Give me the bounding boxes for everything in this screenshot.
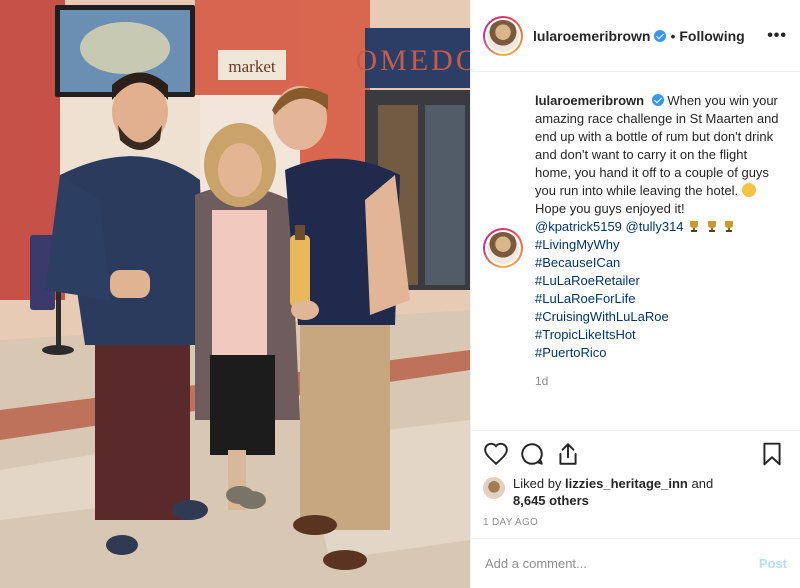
grinning-emoji-icon <box>741 183 756 197</box>
post-date[interactable]: 1 DAY AGO <box>483 517 789 528</box>
caption: lularoemeribrown When you win your amazi… <box>483 92 787 390</box>
bookmark-icon[interactable] <box>759 441 785 467</box>
store-sign: OMEDO <box>356 44 471 77</box>
more-options-icon[interactable]: ••• <box>767 27 787 45</box>
trophy-icon <box>725 221 734 232</box>
hashtag-link[interactable]: #LuLaRoeRetailer <box>535 273 640 288</box>
likes-summary: Liked by lizzies_heritage_inn and 8,645 … <box>483 475 789 509</box>
caption-body: When you win your amazing race challenge… <box>535 93 779 198</box>
hashtag-link[interactable]: #LuLaRoeForLife <box>535 291 635 306</box>
post-detail-panel: lularoemeribrown • Following ••• lularoe… <box>470 0 800 588</box>
hashtag-link[interactable]: #BecauseICan <box>535 255 620 270</box>
verified-badge-icon <box>654 29 667 42</box>
hashtag-link[interactable]: #LivingMyWhy <box>535 237 620 252</box>
heart-icon[interactable] <box>483 441 509 467</box>
comment-icon[interactable] <box>519 441 545 467</box>
caption-author[interactable]: lularoemeribrown <box>535 93 644 108</box>
photo-illustration: market OMEDO <box>0 0 470 588</box>
mention-link[interactable]: @kpatrick5159 <box>535 219 622 234</box>
add-comment-bar: Post <box>471 538 800 588</box>
post-comment-button[interactable]: Post <box>759 556 787 571</box>
hashtag-link[interactable]: #CruisingWithLuLaRoe <box>535 309 669 324</box>
likes-conjunction: and <box>691 476 714 491</box>
comments-area: lularoemeribrown When you win your amazi… <box>471 72 800 430</box>
caption-body-end: Hope you guys enjoyed it! <box>535 201 685 216</box>
verified-badge-icon <box>651 94 664 106</box>
post-actions: Liked by lizzies_heritage_inn and 8,645 … <box>471 430 800 528</box>
hashtag-link[interactable]: #PuertoRico <box>535 345 607 360</box>
caption-author-avatar[interactable] <box>483 228 523 268</box>
author-username[interactable]: lularoemeribrown <box>533 28 650 44</box>
caption-time-ago[interactable]: 1d <box>535 372 785 390</box>
post-photo[interactable]: market OMEDO <box>0 0 470 588</box>
comment-input[interactable] <box>485 556 759 571</box>
trophy-icon <box>707 221 716 232</box>
trophy-icon <box>690 221 699 232</box>
header-separator: • <box>670 27 676 44</box>
following-button[interactable]: Following <box>679 28 744 44</box>
caption-text: lularoemeribrown When you win your amazi… <box>535 92 785 390</box>
mention-link[interactable]: @tully314 <box>626 219 684 234</box>
likes-count[interactable]: 8,645 others <box>513 493 589 508</box>
hashtag-link[interactable]: #TropicLikeItsHot <box>535 327 636 342</box>
post-header: lularoemeribrown • Following ••• <box>471 0 800 72</box>
share-icon[interactable] <box>555 441 581 467</box>
action-icons <box>483 435 789 473</box>
avatar-image <box>487 19 519 52</box>
avatar-image <box>487 232 519 264</box>
liker-avatar[interactable] <box>483 477 505 499</box>
market-sign: market <box>228 57 275 76</box>
author-avatar[interactable] <box>483 15 523 56</box>
liker-username[interactable]: lizzies_heritage_inn <box>565 476 688 491</box>
likes-prefix: Liked by <box>513 476 562 491</box>
